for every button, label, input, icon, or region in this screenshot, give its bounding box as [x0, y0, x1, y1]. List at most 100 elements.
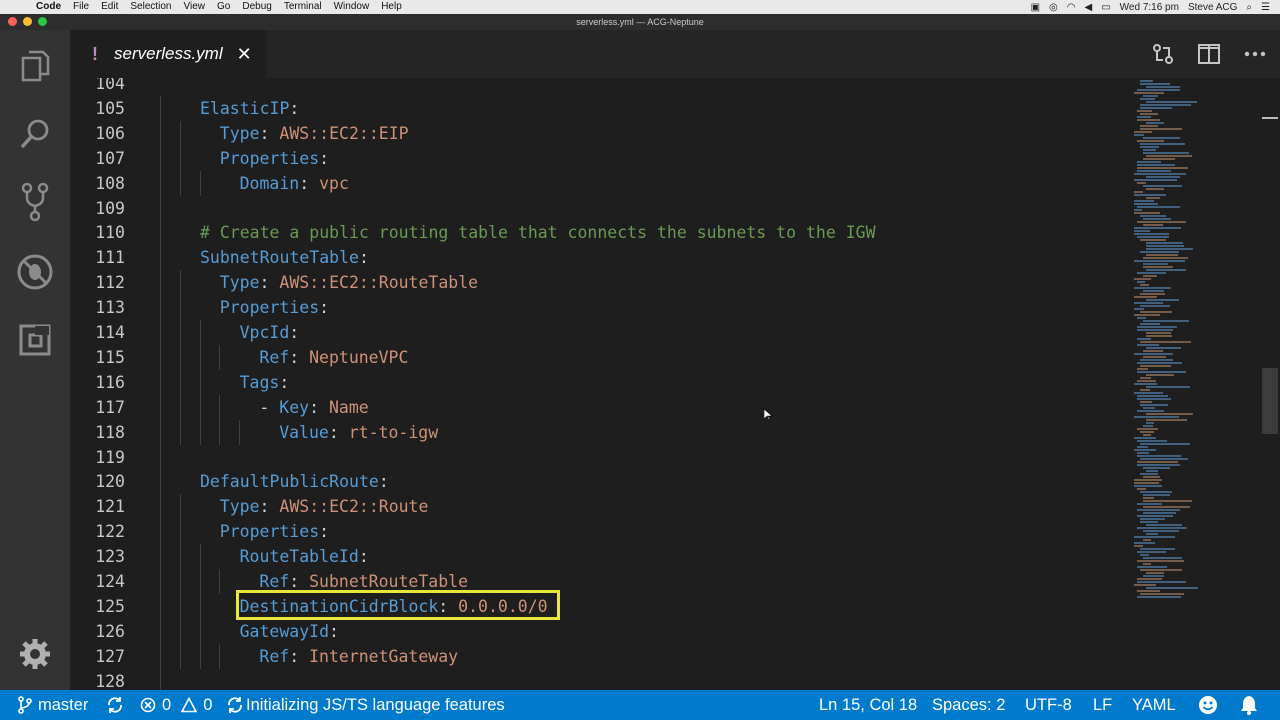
feedback-smiley-icon[interactable]	[1198, 690, 1218, 720]
code-line[interactable]: 115 Ref: NeptuneVPC	[70, 344, 1130, 370]
code-line[interactable]: 107 Properties:	[70, 145, 1130, 171]
indentation-setting[interactable]: Spaces: 2	[932, 690, 1005, 720]
menu-window[interactable]: Window	[334, 0, 370, 14]
tab-serverless-yml[interactable]: ! serverless.yml ✕	[70, 30, 266, 78]
highlight-box	[236, 590, 560, 620]
menu-app[interactable]: Code	[36, 0, 61, 14]
git-branch-icon	[18, 696, 32, 714]
minimap-line	[1140, 518, 1165, 520]
language-mode[interactable]: YAML	[1132, 690, 1176, 720]
minimap-line	[1134, 449, 1156, 451]
more-actions-icon[interactable]	[1242, 41, 1268, 67]
minimap-line	[1143, 494, 1170, 496]
close-tab-icon[interactable]: ✕	[237, 44, 252, 65]
volume-icon[interactable]: ◀	[1085, 2, 1093, 13]
minimize-window-icon[interactable]	[23, 17, 32, 26]
minimap-line	[1137, 410, 1164, 412]
code-line[interactable]: 123 RouteTableId:	[70, 544, 1130, 570]
code-line[interactable]: 116 Tags:	[70, 369, 1130, 395]
settings-gear-icon[interactable]	[15, 634, 55, 674]
tab-filename: serverless.yml	[114, 44, 223, 63]
menu-file[interactable]: File	[73, 0, 89, 14]
scrollbar-thumb[interactable]	[1262, 368, 1278, 434]
menubar-user[interactable]: Steve ACG	[1188, 2, 1237, 13]
code-line[interactable]: 124 Ref: SubnetRouteTable	[70, 569, 1130, 594]
code-line[interactable]: 127 Ref: InternetGateway	[70, 643, 1130, 669]
code-line[interactable]: 122 Properties:	[70, 519, 1130, 545]
menu-edit[interactable]: Edit	[101, 0, 118, 14]
yaml-key: Properties	[219, 298, 320, 318]
minimap-line	[1137, 455, 1181, 457]
search-icon[interactable]	[15, 114, 55, 154]
indent-guide	[160, 220, 161, 246]
code-line[interactable]: 119	[70, 444, 1130, 470]
menu-terminal[interactable]: Terminal	[284, 0, 322, 14]
branch-name: master	[38, 696, 89, 714]
cursor-position[interactable]: Ln 15, Col 18	[819, 690, 917, 720]
yaml-key: ElasticIP	[200, 98, 290, 118]
code-editor[interactable]: 104 105 ElasticIP: 106 Type: AWS::EC2::EIP 10…	[70, 78, 1130, 690]
code-line[interactable]: 128	[70, 668, 1130, 690]
explorer-icon[interactable]	[15, 46, 55, 86]
encoding-setting[interactable]: UTF-8	[1025, 690, 1072, 720]
menubar-clock[interactable]: Wed 7:16 pm	[1120, 2, 1179, 13]
minimap-line	[1137, 464, 1180, 466]
screen-record-icon[interactable]: ▣	[1031, 2, 1040, 13]
minimap-line	[1146, 419, 1187, 421]
code-line[interactable]: 113 Properties:	[70, 295, 1130, 321]
code-line[interactable]: 106 Type: AWS::EC2::EIP	[70, 120, 1130, 146]
notifications-bell-icon[interactable]	[1240, 690, 1258, 720]
wifi-icon[interactable]: ◠	[1067, 2, 1076, 13]
split-editor-icon[interactable]	[1196, 41, 1222, 67]
end-of-line-setting[interactable]: LF	[1093, 690, 1112, 720]
battery-icon[interactable]: ▭	[1101, 2, 1110, 13]
code-line[interactable]: 117 - Key: Name	[70, 394, 1130, 420]
sync-status-icon[interactable]: ◎	[1049, 2, 1058, 13]
source-control-icon[interactable]	[15, 182, 55, 222]
code-line[interactable]: 108 Domain: vpc	[70, 170, 1130, 196]
minimap-line	[1137, 380, 1156, 382]
sync-button[interactable]	[106, 690, 124, 720]
yaml-punctuation: :	[299, 173, 320, 193]
branch-status[interactable]: master	[18, 690, 88, 720]
yaml-key: Ref	[259, 646, 290, 666]
minimap-line	[1137, 119, 1160, 121]
spotlight-search-icon[interactable]: ⌕	[1246, 2, 1252, 13]
code-line[interactable]: 109	[70, 195, 1130, 221]
code-line[interactable]: 118 Value: rt-to-igw	[70, 419, 1130, 445]
close-window-icon[interactable]	[8, 17, 17, 26]
code-line[interactable]: 121 Type: AWS::EC2::Route	[70, 494, 1130, 520]
extensions-icon[interactable]	[15, 320, 55, 360]
minimap-line	[1137, 428, 1158, 430]
code-line[interactable]: 110 # Create a public routing table that …	[70, 220, 1130, 246]
yaml-value: rt-to-igw	[348, 422, 439, 442]
open-changes-icon[interactable]	[1150, 41, 1176, 67]
code-line[interactable]: 112 Type: AWS::EC2::RouteTable	[70, 270, 1130, 296]
minimap-line	[1143, 497, 1154, 499]
notification-list-icon[interactable]: ☰	[1261, 2, 1270, 13]
minimap[interactable]	[1130, 78, 1260, 690]
minimap-line	[1143, 137, 1180, 139]
menu-debug[interactable]: Debug	[242, 0, 271, 14]
code-line[interactable]: 120 DefaultPublicRoute:	[70, 469, 1130, 495]
code-line[interactable]: 104	[70, 78, 1130, 96]
sync-icon	[108, 697, 122, 713]
maximize-window-icon[interactable]	[38, 17, 47, 26]
minimap-line	[1134, 134, 1144, 136]
debug-icon[interactable]	[15, 252, 55, 292]
code-line[interactable]: 125 DestinationCidrBlock: 0.0.0.0/0	[70, 593, 1130, 619]
menu-selection[interactable]: Selection	[130, 0, 171, 14]
code-line[interactable]: 126 GatewayId:	[70, 618, 1130, 644]
yaml-value: vpc	[319, 173, 349, 193]
problems-status[interactable]: 0 0	[140, 690, 212, 720]
indent-guide	[160, 369, 161, 395]
code-line[interactable]: 111 SubnetRouteTable:	[70, 245, 1130, 271]
menu-go[interactable]: Go	[217, 0, 230, 14]
minimap-line	[1134, 278, 1151, 280]
menu-view[interactable]: View	[184, 0, 206, 14]
code-line[interactable]: 114 VpcId:	[70, 320, 1130, 345]
language-task-status[interactable]: Initializing JS/TS language features	[226, 690, 505, 720]
code-line[interactable]: 105 ElasticIP:	[70, 95, 1130, 121]
menu-help[interactable]: Help	[381, 0, 402, 14]
indent-guide	[219, 344, 221, 370]
